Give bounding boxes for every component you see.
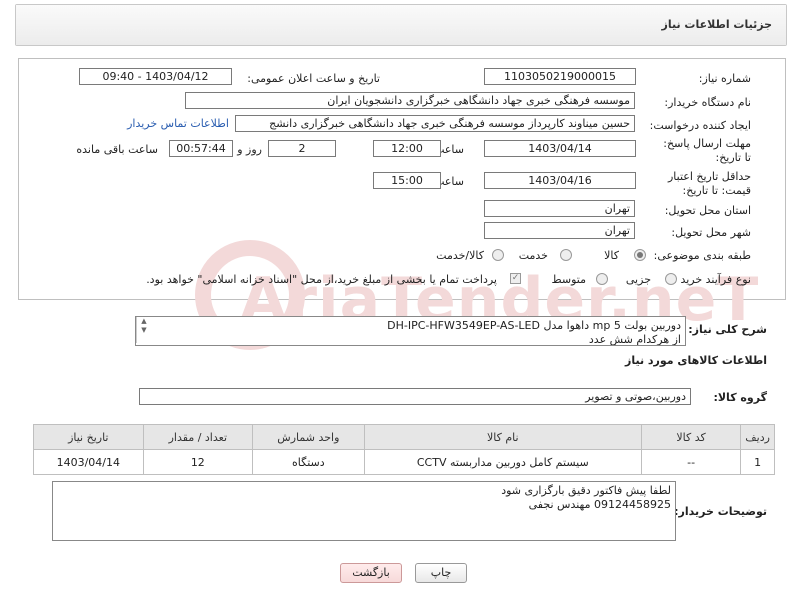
province-field: تهران [484, 200, 635, 217]
city-field: تهران [484, 222, 635, 239]
goods-group-label: گروه کالا: [713, 391, 767, 404]
payment-checkbox[interactable]: ✓ [510, 273, 521, 284]
summary-line-2: از هرکدام شش عدد [588, 333, 681, 346]
cell-code: -- [640, 449, 742, 475]
process-radio-minor[interactable] [665, 273, 677, 285]
cell-date: 1403/04/14 [33, 449, 144, 475]
goods-section-title: اطلاعات کالاهای مورد نیاز [625, 354, 767, 367]
notes-line-1: لطفا پیش فاکتور دقیق بارگزاری شود [501, 484, 671, 497]
price-time-field: 15:00 [373, 172, 441, 189]
reply-date-field: 1403/04/14 [484, 140, 636, 157]
col-unit: واحد شمارش [252, 424, 365, 450]
notes-textarea[interactable]: لطفا پیش فاکتور دقیق بارگزاری شود 091244… [52, 481, 676, 541]
category-radio-both[interactable] [492, 249, 504, 261]
summary-scrollbar[interactable]: ▲ ▼ [136, 317, 151, 343]
days-label: روز و [237, 143, 262, 156]
col-name: نام کالا [363, 424, 642, 450]
summary-label: شرح کلی نیاز: [688, 323, 767, 336]
process-radio-medium[interactable] [596, 273, 608, 285]
payment-note: پرداخت تمام یا بخشی از مبلغ خرید،از محل … [146, 273, 497, 286]
page-title: جزئیات اطلاعات نیاز [661, 18, 773, 31]
contact-info-link[interactable]: اطلاعات تماس خریدار [127, 117, 229, 130]
goods-table-header: ردیف کد کالا نام کالا واحد شمارش تعداد /… [33, 424, 775, 450]
notes-label: توضیحات خریدار: [674, 505, 767, 518]
category-radio-goods[interactable] [634, 249, 646, 261]
process-option-minor: جزیی [625, 273, 651, 286]
category-option-service: خدمت [518, 249, 548, 262]
goods-table: ردیف کد کالا نام کالا واحد شمارش تعداد /… [33, 424, 775, 475]
col-date: تاریخ نیاز [33, 424, 144, 450]
remaining-time-field: 00:57:44 [169, 140, 233, 157]
category-option-goods: کالا [604, 249, 619, 262]
category-option-both: کالا/خدمت [436, 249, 484, 262]
col-qty: تعداد / مقدار [142, 424, 254, 450]
reply-deadline-label: مهلت ارسال پاسخ: تا تاریخ: [663, 137, 751, 164]
price-date-field: 1403/04/16 [484, 172, 636, 189]
requester-label: ایجاد کننده درخواست: [649, 119, 751, 132]
header-bar: جزئیات اطلاعات نیاز [15, 4, 787, 46]
back-button[interactable]: بازگشت [340, 563, 402, 583]
cell-qty: 12 [142, 449, 254, 475]
cell-name: سیستم کامل دوربین مداربسته CCTV [363, 449, 642, 475]
province-label: استان محل تحویل: [664, 204, 751, 217]
buyer-org-field: موسسه فرهنگی خبری جهاد دانشگاهی خبرگزاری… [185, 92, 635, 109]
cell-unit: دستگاه [252, 449, 365, 475]
summary-line-1: دوربین بولت 5 mp داهوا مدل DH-IPC-HFW354… [387, 319, 681, 332]
col-code: کد کالا [640, 424, 742, 450]
announce-label: تاریخ و ساعت اعلان عمومی: [247, 72, 380, 85]
col-row: ردیف [740, 424, 775, 450]
print-button[interactable]: چاپ [415, 563, 467, 583]
requester-field: حسین میناوند کارپرداز موسسه فرهنگی خبری … [235, 115, 635, 132]
notes-line-2: 09124458925 مهندس نجفی [528, 498, 671, 511]
city-label: شهر محل تحویل: [671, 226, 751, 239]
process-option-medium: متوسط [551, 273, 586, 286]
cell-row: 1 [740, 449, 775, 475]
remaining-time-label: ساعت باقی مانده [76, 143, 158, 156]
goods-group-field: دوربین،صوتی و تصویر [139, 388, 691, 405]
summary-textarea[interactable]: دوربین بولت 5 mp داهوا مدل DH-IPC-HFW354… [135, 316, 686, 346]
category-radio-service[interactable] [560, 249, 572, 261]
price-validity-label: حداقل تاریخ اعتبار قیمت: تا تاریخ: [667, 170, 751, 197]
table-row: 1 -- سیستم کامل دوربین مداربسته CCTV دست… [33, 449, 775, 475]
reply-time-field: 12:00 [373, 140, 441, 157]
category-label: طبقه بندی موضوعی: [653, 249, 751, 262]
need-number-label: شماره نیاز: [698, 72, 751, 85]
announce-datetime-field: 1403/04/12 - 09:40 [79, 68, 232, 85]
buyer-org-label: نام دستگاه خریدار: [664, 96, 751, 109]
process-label: نوع فرآیند خرید : [673, 273, 751, 286]
need-number-field: 1103050219000015 [484, 68, 636, 85]
days-field: 2 [268, 140, 336, 157]
